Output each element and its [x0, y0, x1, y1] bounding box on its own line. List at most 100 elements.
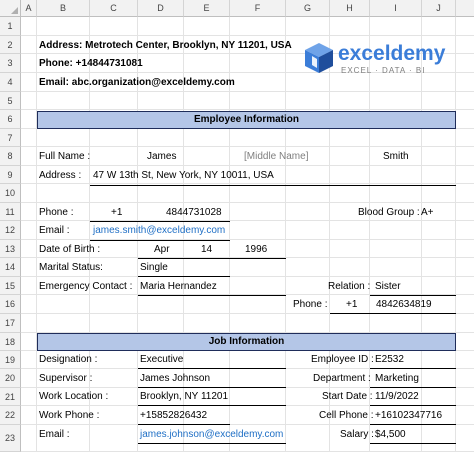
- dob-year[interactable]: 1996: [245, 244, 267, 256]
- row-header-2[interactable]: 2: [0, 36, 21, 54]
- row-header-16[interactable]: 16: [0, 295, 21, 314]
- middle-name-value[interactable]: [Middle Name]: [244, 151, 308, 163]
- logo-tagline: EXCEL · DATA · BI: [341, 66, 426, 75]
- address-value[interactable]: 47 W 13th St, New York, NY 10011, USA: [93, 170, 274, 182]
- column-header-h[interactable]: H: [330, 0, 370, 17]
- row-header-12[interactable]: 12: [0, 221, 21, 240]
- salary-value[interactable]: $4,500: [375, 429, 406, 441]
- row-header-5[interactable]: 5: [0, 92, 21, 110]
- row-header-4[interactable]: 4: [0, 73, 21, 92]
- cell-phone-underline: [370, 424, 456, 425]
- row-header-15[interactable]: 15: [0, 277, 21, 295]
- start-date-label: Start Date :: [322, 391, 373, 402]
- row-header-1[interactable]: 1: [0, 17, 21, 36]
- marital-status-value[interactable]: Single: [140, 262, 168, 274]
- row-header-21[interactable]: 21: [0, 388, 21, 406]
- column-header-a[interactable]: A: [21, 0, 37, 17]
- dob-underline: [138, 258, 286, 259]
- supervisor-underline: [138, 387, 286, 388]
- last-name-value[interactable]: Smith: [383, 151, 409, 163]
- row-header-6[interactable]: 6: [0, 110, 21, 129]
- phone-country-code[interactable]: +1: [111, 207, 122, 219]
- row-header-17[interactable]: 17: [0, 314, 21, 333]
- job-email-label: Email :: [39, 429, 70, 440]
- work-location-underline: [138, 405, 286, 406]
- row-header-9[interactable]: 9: [0, 166, 21, 184]
- marital-status-underline: [138, 276, 230, 277]
- row-header-10[interactable]: 10: [0, 184, 21, 203]
- column-gridline: [36, 17, 37, 452]
- row-header-14[interactable]: 14: [0, 258, 21, 277]
- row-header-8[interactable]: 8: [0, 147, 21, 166]
- work-location-label: Work Location :: [39, 391, 109, 402]
- supervisor-value[interactable]: James Johnson: [140, 373, 210, 385]
- salary-label: Salary :: [340, 429, 374, 440]
- cell-phone-value[interactable]: +16102347716: [375, 410, 442, 422]
- spreadsheet: A B C D E F G H I J 1 2 3 4 5 6 7 8 9 10 11 12 13 14 1…: [0, 0, 474, 452]
- email-underline: [90, 240, 230, 241]
- row-header-3[interactable]: 3: [0, 54, 21, 73]
- marital-status-label: Marital Status:: [39, 262, 103, 273]
- work-phone-underline: [138, 424, 230, 425]
- cell-phone-label: Cell Phone :: [319, 410, 374, 421]
- job-information-banner: Job Information: [37, 333, 456, 351]
- start-date-value[interactable]: 11/9/2022: [375, 391, 419, 403]
- logo-wordmark: exceldemy: [338, 42, 446, 65]
- emergency-phone-label: Phone :: [293, 299, 328, 310]
- dob-month[interactable]: Apr: [154, 244, 170, 256]
- email-link[interactable]: james.smith@exceldemy.com: [93, 225, 225, 237]
- full-name-label: Full Name :: [39, 151, 91, 162]
- row-header-22[interactable]: 22: [0, 406, 21, 425]
- relation-underline: [370, 295, 456, 296]
- column-gridline: [329, 17, 330, 452]
- emergency-contact-underline: [138, 295, 286, 296]
- row-header-11[interactable]: 11: [0, 203, 21, 221]
- blood-group-label: Blood Group :: [358, 207, 420, 218]
- blood-group-value[interactable]: A+: [421, 207, 434, 219]
- address-label: Address :: [39, 170, 82, 181]
- company-phone: Phone: +14844731081: [39, 58, 143, 69]
- column-header-blank: [456, 0, 474, 17]
- column-header-e[interactable]: E: [184, 0, 230, 17]
- department-value[interactable]: Marketing: [375, 373, 419, 385]
- emergency-contact-label: Emergency Contact :: [39, 281, 133, 292]
- row-header-7[interactable]: 7: [0, 129, 21, 147]
- select-all-corner[interactable]: [0, 0, 21, 17]
- department-label: Department :: [313, 373, 371, 384]
- column-header-b[interactable]: B: [37, 0, 90, 17]
- emergency-phone-country-code[interactable]: +1: [346, 299, 357, 311]
- phone-number-value[interactable]: 4844731028: [166, 207, 222, 219]
- row-header-23[interactable]: 23: [0, 425, 21, 452]
- employee-information-banner: Employee Information: [37, 111, 456, 129]
- row-header-13[interactable]: 13: [0, 240, 21, 258]
- row-header-19[interactable]: 19: [0, 351, 21, 369]
- address-underline: [90, 185, 456, 186]
- work-location-value[interactable]: Brooklyn, NY 11201: [140, 391, 228, 403]
- emergency-contact-value[interactable]: Maria Hernandez: [140, 281, 217, 293]
- employee-id-value[interactable]: E2532: [375, 354, 404, 366]
- column-header-g[interactable]: G: [286, 0, 330, 17]
- start-date-underline: [370, 405, 456, 406]
- job-email-link[interactable]: james.johnson@exceldemy.com: [140, 429, 283, 441]
- designation-label: Designation :: [39, 354, 98, 365]
- first-name-value[interactable]: James: [147, 151, 176, 163]
- employee-id-label: Employee ID :: [311, 354, 374, 365]
- column-header-d[interactable]: D: [138, 0, 184, 17]
- phone-underline: [90, 221, 230, 222]
- designation-underline: [138, 368, 286, 369]
- work-phone-value[interactable]: +15852826432: [140, 410, 207, 422]
- emergency-phone-underline: [330, 313, 456, 314]
- row-header-20[interactable]: 20: [0, 369, 21, 388]
- designation-value[interactable]: Executive: [140, 354, 183, 366]
- column-header-i[interactable]: I: [370, 0, 422, 17]
- dob-day[interactable]: 14: [201, 244, 212, 256]
- emergency-phone-number[interactable]: 4842634819: [376, 299, 432, 311]
- employee-id-underline: [370, 368, 456, 369]
- column-header-f[interactable]: F: [230, 0, 286, 17]
- row-header-18[interactable]: 18: [0, 333, 21, 351]
- salary-underline: [370, 443, 456, 444]
- relation-value[interactable]: Sister: [375, 281, 401, 293]
- column-header-c[interactable]: C: [90, 0, 138, 17]
- column-header-j[interactable]: J: [422, 0, 456, 17]
- exceldemy-logo: exceldemy EXCEL · DATA · BI: [300, 38, 460, 80]
